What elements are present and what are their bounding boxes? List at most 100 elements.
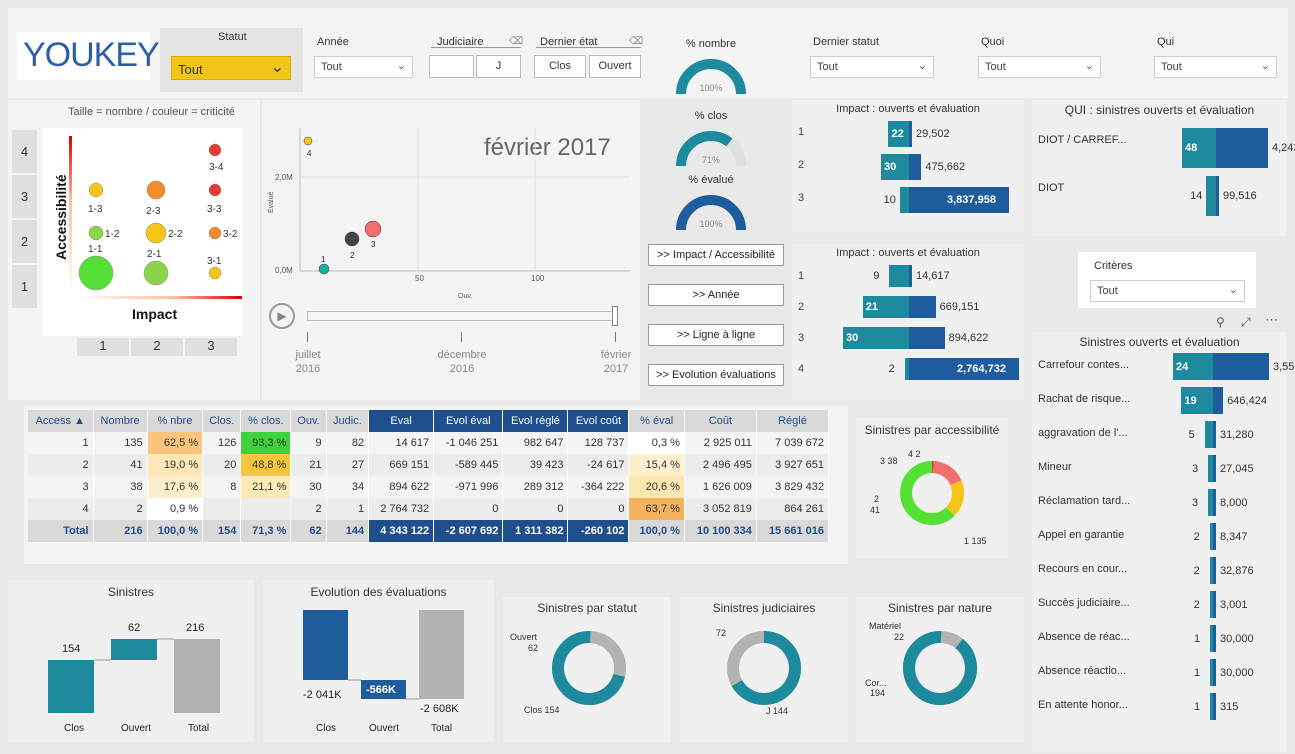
value-bar[interactable] xyxy=(1213,659,1216,686)
count-bar[interactable] xyxy=(1206,176,1216,216)
table-row[interactable]: 3 38 17,6 % 8 21,1 % 30 34 894 622 -971 996 289 3… xyxy=(28,476,830,498)
wf-value: -566K xyxy=(366,684,396,696)
value-bar[interactable] xyxy=(909,121,912,147)
value-bar[interactable] xyxy=(1213,455,1216,482)
column-header[interactable]: Evol éval xyxy=(433,410,504,432)
table-cell: -971 996 xyxy=(433,476,504,498)
matrix-bubble[interactable] xyxy=(78,255,114,291)
value-bar[interactable] xyxy=(909,154,922,180)
column-header[interactable]: Coût xyxy=(684,410,757,432)
more-options-icon[interactable]: ⋯ xyxy=(1265,312,1278,328)
value-bar[interactable] xyxy=(1213,489,1216,516)
value-bar[interactable] xyxy=(1213,353,1269,380)
value-bar[interactable] xyxy=(1216,176,1219,216)
matrix-bubble[interactable] xyxy=(208,143,222,157)
scatter-point-label: 3 xyxy=(371,240,376,249)
nav-evolution-button[interactable]: >> Evolution évaluations xyxy=(648,364,784,386)
judiciaire-j-button[interactable]: J xyxy=(476,55,521,78)
value-bar[interactable] xyxy=(1213,557,1216,584)
clos-button[interactable]: Clos xyxy=(534,55,586,78)
matrix-bubble-label: 2-2 xyxy=(168,229,183,240)
table-row[interactable]: 4 2 0,9 % 2 1 2 764 732 0 0 0 63,7 % 3 052 819 864 … xyxy=(28,498,830,520)
table-cell: 2 xyxy=(28,454,94,476)
judiciaire-blank-button[interactable] xyxy=(429,55,474,78)
timeline-track[interactable] xyxy=(307,311,616,321)
count-label: 48 xyxy=(1185,142,1198,154)
bar-category: Rachat de risque... xyxy=(1038,393,1131,405)
sinistres-wf-title: Sinistres xyxy=(107,585,154,599)
statut-dropdown[interactable]: Tout ⌄ xyxy=(171,56,291,80)
matrix-bubble[interactable] xyxy=(88,182,104,198)
column-header[interactable]: Evol coût xyxy=(567,410,630,432)
value-bar[interactable] xyxy=(1216,128,1268,168)
count-label: 30 xyxy=(884,161,897,173)
column-header[interactable]: % clos. xyxy=(240,410,292,432)
matrix-bubble[interactable] xyxy=(88,225,104,241)
statut-donut-title: Sinistres par statut xyxy=(537,601,637,615)
value-bar[interactable] xyxy=(1213,421,1216,448)
scatter-point[interactable] xyxy=(344,231,360,247)
scatter-point[interactable] xyxy=(303,136,313,146)
count-bar[interactable] xyxy=(1204,421,1213,448)
focus-mode-icon[interactable]: ⤢ xyxy=(1241,315,1251,330)
scatter-point[interactable] xyxy=(318,263,330,275)
play-button[interactable]: ▶ xyxy=(269,303,295,329)
table-row[interactable]: 2 41 19,0 % 20 48,8 % 21 27 669 151 -589 445 39 4… xyxy=(28,454,830,476)
column-header[interactable]: Evol réglé xyxy=(502,410,569,432)
row-label[interactable]: 1 xyxy=(12,265,37,308)
matrix-bubble[interactable] xyxy=(143,260,169,286)
matrix-bubble[interactable] xyxy=(146,180,166,200)
count-bar[interactable] xyxy=(889,265,909,287)
row-label[interactable]: 2 xyxy=(12,220,37,263)
value-bar[interactable] xyxy=(1213,523,1216,550)
count-bar[interactable] xyxy=(899,187,909,213)
timeline-handle[interactable] xyxy=(612,306,618,326)
column-header[interactable]: Ouv. xyxy=(290,410,327,432)
scatter-chart: 2,0M 0,0M 50 100 Évalué Ouv. 4 1 2 3 xyxy=(266,128,630,300)
annee-dropdown[interactable]: Tout ⌄ xyxy=(314,56,413,78)
row-label[interactable]: 4 xyxy=(12,130,37,173)
matrix-bubble[interactable] xyxy=(208,226,222,240)
eraser-icon[interactable]: ⌫ xyxy=(509,36,523,47)
column-header[interactable]: Clos. xyxy=(202,410,242,432)
value-bar[interactable] xyxy=(909,265,912,287)
column-header[interactable]: % éval xyxy=(628,410,685,432)
column-header[interactable]: Nombre xyxy=(93,410,148,432)
value-bar[interactable] xyxy=(1213,625,1216,652)
column-header[interactable]: Eval xyxy=(368,410,435,432)
qui-dropdown[interactable]: Tout ⌄ xyxy=(1154,56,1277,78)
table-row[interactable]: 1 135 62,5 % 126 93,3 % 9 82 14 617 -1 046 251 98… xyxy=(28,432,830,454)
count-label: 5 xyxy=(1188,428,1195,441)
col-label[interactable]: 1 xyxy=(77,338,129,356)
value-bar[interactable] xyxy=(1213,693,1216,720)
sinistres-list-bars: Carrefour contes... 24 3,555,834 Rachat de … xyxy=(1032,353,1295,733)
dernier-statut-dropdown[interactable]: Tout ⌄ xyxy=(810,56,934,78)
nav-annee-button[interactable]: >> Année xyxy=(648,284,784,306)
value-bar[interactable] xyxy=(909,327,945,349)
scatter-point[interactable] xyxy=(364,220,382,238)
nav-impact-accessibilite-button[interactable]: >> Impact / Accessibilité xyxy=(648,244,784,266)
col-label[interactable]: 2 xyxy=(131,338,183,356)
column-header[interactable]: Judic. xyxy=(326,410,370,432)
pin-icon[interactable]: ⚲ xyxy=(1216,315,1225,329)
row-label[interactable]: 3 xyxy=(12,175,37,218)
nav-ligne-button[interactable]: >> Ligne à ligne xyxy=(648,324,784,346)
count-label: 3 xyxy=(1192,496,1199,509)
column-header[interactable]: Réglé xyxy=(756,410,830,432)
value-bar[interactable] xyxy=(909,296,936,318)
qui-label: Qui xyxy=(1157,36,1175,48)
matrix-bubble[interactable] xyxy=(208,183,222,197)
col-label[interactable]: 3 xyxy=(185,338,237,356)
matrix-bubble[interactable] xyxy=(208,266,222,280)
column-header[interactable]: Access ▲ xyxy=(28,410,94,432)
value-bar[interactable] xyxy=(1213,387,1224,414)
table-total-cell: 4 343 122 xyxy=(368,520,435,542)
quoi-dropdown[interactable]: Tout ⌄ xyxy=(978,56,1101,78)
value-bar[interactable] xyxy=(1213,591,1216,618)
matrix-bubble[interactable] xyxy=(145,222,167,244)
criteres-dropdown[interactable]: Tout ⌄ xyxy=(1090,280,1245,302)
ouvert-button[interactable]: Ouvert xyxy=(589,55,641,78)
column-header[interactable]: % nbre xyxy=(147,410,204,432)
eraser-icon[interactable]: ⌫ xyxy=(629,36,643,47)
x-tick: 100 xyxy=(531,274,545,283)
